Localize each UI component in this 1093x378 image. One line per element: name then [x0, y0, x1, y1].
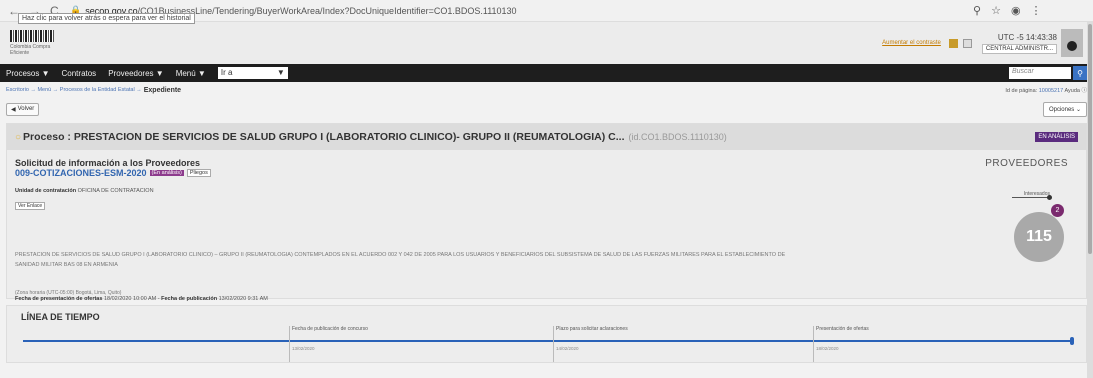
page-scrollbar[interactable]	[1087, 22, 1093, 378]
main-menu: Procesos ▼ Contratos Proveedores ▼ Menú …	[0, 64, 1093, 82]
options-button[interactable]: Opciones ⌄	[1042, 101, 1087, 117]
goto-select[interactable]: Ir a ▼	[217, 67, 288, 79]
breadcrumb-current: Expediente	[143, 86, 182, 94]
messages-icon[interactable]	[962, 38, 972, 48]
process-code[interactable]: 009-COTIZACIONES-ESM-2020	[15, 168, 147, 178]
entity-selector[interactable]: CENTRAL ADMINISTR...	[981, 43, 1057, 54]
utc-clock: UTC -5 14:43:38	[997, 32, 1057, 42]
logo-barcode-icon	[10, 30, 54, 42]
pliegos-button[interactable]: Pliegos	[186, 169, 211, 177]
process-title: Proceso : PRESTACION DE SERVICIOS DE SAL…	[23, 131, 625, 143]
unit-info: Unidad de contratación OFICINA DE CONTRA…	[15, 188, 154, 194]
timeline-bar	[23, 340, 1072, 342]
menu-proveedores[interactable]: Proveedores ▼	[108, 69, 164, 78]
page-id: Id de página: 10005217 Ayuda ⓘ	[1005, 88, 1087, 94]
timeline-end-marker	[1070, 337, 1074, 345]
process-panel: ○ Proceso : PRESTACION DE SERVICIOS DE S…	[6, 123, 1087, 302]
logo-text: Colombia Compra Eficiente	[10, 44, 51, 56]
back-button[interactable]: ◀ Volver	[6, 102, 40, 116]
address-bar[interactable]: 🔒 secop.gov.co/CO1BusinessLine/Tendering…	[70, 5, 973, 16]
chevron-down-icon: ▼	[276, 68, 285, 77]
providers-count[interactable]: 115	[1014, 212, 1064, 262]
providers-widget: PROVEEDORES Interesados 2 115	[958, 158, 1078, 292]
breadcrumb: Escritorio → Menú → Procesos de la Entid…	[0, 82, 1093, 98]
search-input[interactable]: Buscar	[1009, 67, 1071, 79]
process-dates: Fecha de presentación de ofertas 18/02/2…	[15, 296, 268, 302]
logo[interactable]: Colombia Compra Eficiente	[10, 30, 70, 56]
contrast-link[interactable]: Aumentar el contraste	[882, 40, 941, 46]
avatar[interactable]	[1061, 29, 1083, 57]
process-description: PRESTACION DE SERVICIOS DE SALUD GRUPO I…	[15, 252, 786, 268]
timeline-event: Plazo para solicitar aclaraciones 14/02/…	[553, 326, 628, 362]
zoom-icon[interactable]: ⚲	[973, 4, 981, 17]
help-link[interactable]: Ayuda	[1064, 88, 1080, 94]
timeline-panel: LÍNEA DE TIEMPO Fecha de publicación de …	[6, 305, 1087, 363]
browser-toolbar: ← → C 🔒 secop.gov.co/CO1BusinessLine/Ten…	[0, 0, 1093, 24]
star-icon[interactable]: ☆	[991, 4, 1001, 17]
kebab-menu-icon[interactable]: ⋮	[1031, 4, 1042, 17]
menu-procesos[interactable]: Procesos ▼	[6, 69, 50, 78]
process-header: ○ Proceso : PRESTACION DE SERVICIOS DE S…	[7, 124, 1086, 150]
timeline-event: Fecha de publicación de concurso 13/02/2…	[289, 326, 368, 362]
breadcrumb-path[interactable]: Escritorio → Menú → Procesos de la Entid…	[6, 87, 142, 93]
process-id: (id.CO1.BDOS.1110130)	[628, 132, 727, 142]
menu-contratos[interactable]: Contratos	[62, 69, 97, 78]
providers-title: PROVEEDORES	[985, 158, 1068, 169]
back-tooltip: Haz clic para volver atrás o espera para…	[18, 13, 195, 24]
status-dot-icon: ○	[15, 131, 22, 143]
profile-icon[interactable]: ◉	[1011, 4, 1021, 17]
timeline-event: Presentación de ofertas 18/02/2020	[813, 326, 869, 362]
timeline-title: LÍNEA DE TIEMPO	[21, 312, 100, 322]
arrow-left-icon: ◀	[11, 106, 16, 113]
notifications-icon[interactable]	[948, 38, 958, 48]
analysis-chip: (En análisis)	[149, 170, 184, 176]
interested-count[interactable]: 2	[1051, 204, 1064, 217]
menu-menu[interactable]: Menú ▼	[176, 69, 206, 78]
site-header: Colombia Compra Eficiente Aumentar el co…	[0, 22, 1093, 64]
chevron-down-icon: ⌄	[1075, 106, 1081, 113]
request-title: Solicitud de información a los Proveedor…	[15, 158, 201, 168]
search-icon[interactable]: ⚲	[1073, 66, 1087, 80]
ver-enlace-button[interactable]: Ver Enlace	[15, 202, 46, 210]
status-badge: EN ANÁLISIS	[1035, 132, 1078, 142]
